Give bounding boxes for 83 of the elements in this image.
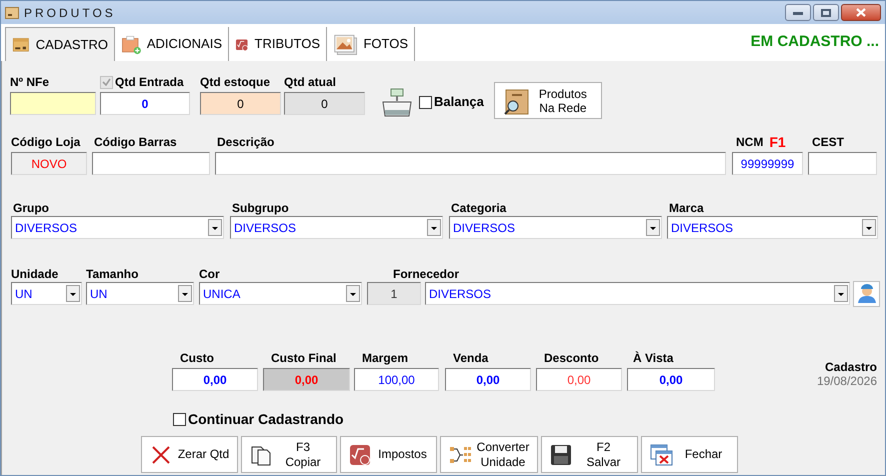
text-field[interactable]: 0,00 <box>172 368 258 391</box>
root-coin-icon <box>349 444 373 466</box>
caret-icon <box>834 285 848 302</box>
supplier-button[interactable] <box>853 281 880 307</box>
field-label: Subgrupo <box>231 201 290 215</box>
dropdown[interactable]: DIVERSOS <box>449 216 662 239</box>
text-field[interactable]: 0 <box>284 92 365 115</box>
field-label: Unidade <box>11 267 60 281</box>
field-label: Qtd estoque <box>200 75 272 89</box>
code-field[interactable]: 1 <box>367 282 421 305</box>
checkbox[interactable] <box>419 96 432 108</box>
mode-status: EM CADASTRO ... <box>750 32 879 52</box>
field-label: Tamanho <box>86 267 140 281</box>
caret-icon <box>862 219 876 236</box>
checkbox[interactable] <box>173 412 186 426</box>
box-icon <box>5 6 19 18</box>
dropdown[interactable]: DIVERSOS <box>425 282 850 305</box>
dropdown[interactable]: DIVERSOS <box>11 216 224 239</box>
box-magnifier-icon <box>502 86 529 114</box>
date-text: 19/08/2026 <box>816 374 877 389</box>
field-label: Desconto <box>543 351 600 365</box>
maximize-icon <box>821 8 831 16</box>
dropdown[interactable]: DIVERSOS <box>667 216 878 239</box>
text-field[interactable]: 0,00 <box>627 368 715 391</box>
dropdown[interactable]: UN <box>11 282 82 305</box>
field-label: Código Loja <box>11 135 82 149</box>
scale-icon <box>381 88 413 118</box>
tab[interactable]: CADASTRO <box>5 27 115 61</box>
field-label: Custo <box>179 351 215 365</box>
text-field[interactable]: 0,00 <box>536 368 622 391</box>
dropdown[interactable]: UN <box>86 282 194 305</box>
field-label: Cadastro <box>824 360 877 374</box>
action-button[interactable]: Impostos <box>340 436 437 473</box>
field-label: Custo Final <box>270 351 338 365</box>
caret-icon <box>346 285 360 302</box>
field-label: Marca <box>668 201 705 215</box>
field-label: Qtd Entrada <box>115 75 184 89</box>
text-field[interactable]: 0 <box>200 92 281 115</box>
action-button[interactable]: Zerar Qtd <box>141 436 238 473</box>
text-field[interactable] <box>808 152 877 175</box>
field-label: NCM <box>736 135 764 149</box>
close-icon <box>856 8 866 17</box>
field-label: Balança <box>434 95 484 109</box>
dropdown[interactable]: DIVERSOS <box>230 216 443 239</box>
caret-icon <box>427 219 441 236</box>
text-field[interactable] <box>92 152 210 175</box>
network-products-button[interactable]: Produtos Na Rede <box>494 82 602 119</box>
caret-icon <box>208 219 222 236</box>
text-field[interactable]: 0,00 <box>445 368 531 391</box>
field-label: CEST <box>811 135 846 149</box>
minimize-icon <box>793 10 803 14</box>
field-label: Cor <box>199 267 221 281</box>
field-label: Venda <box>452 351 490 365</box>
text-field[interactable] <box>215 152 726 175</box>
dropdown[interactable]: UNICA <box>199 282 362 305</box>
person-icon <box>856 284 876 304</box>
action-button[interactable]: F2 Salvar <box>541 436 638 473</box>
text-field[interactable]: 99999999 <box>732 152 803 175</box>
field-label: Nº NFe <box>10 75 50 89</box>
minimize-button[interactable] <box>785 4 811 21</box>
caret-icon <box>646 219 660 236</box>
field-label: Categoria <box>450 201 508 215</box>
field-label: À Vista <box>632 351 674 365</box>
check-icon <box>102 78 111 86</box>
text-field[interactable]: 100,00 <box>354 368 439 391</box>
field-label: Fornecedor <box>393 267 460 281</box>
field-label: Continuar Cadastrando <box>188 411 344 427</box>
window-title: PRODUTOS <box>24 4 116 22</box>
caret-icon <box>178 285 192 302</box>
maximize-button[interactable] <box>813 4 839 21</box>
action-button[interactable]: Converter Unidade <box>440 436 538 473</box>
action-button[interactable]: Fechar <box>641 436 738 473</box>
field-label: Código Barras <box>93 135 178 149</box>
action-button[interactable]: F3 Copiar <box>241 436 337 473</box>
field-label: Margem <box>361 351 410 365</box>
field-label: Grupo <box>12 201 50 215</box>
shortcut-hint: F1 <box>769 135 786 149</box>
field-label: Descrição <box>216 135 276 149</box>
caret-icon <box>66 285 80 302</box>
text-field[interactable] <box>10 92 96 115</box>
window-close-icon <box>650 444 674 466</box>
field-label: Qtd atual <box>284 75 338 89</box>
close-button[interactable] <box>841 4 881 21</box>
